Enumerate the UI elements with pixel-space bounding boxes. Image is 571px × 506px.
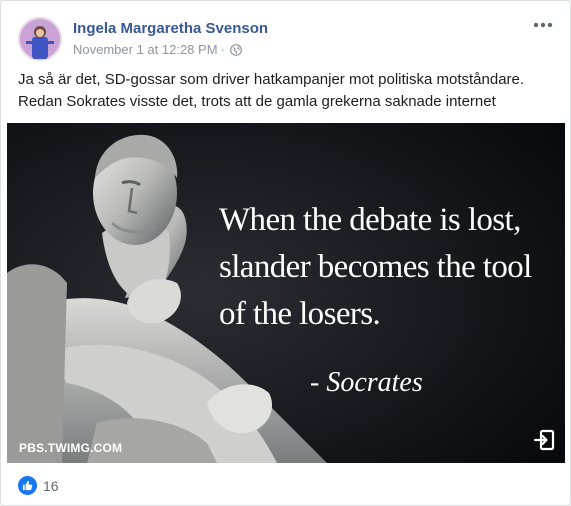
quote-line: of the losers. [219,296,381,332]
quote-attribution: - Socrates [310,367,423,398]
like-icon [18,476,37,495]
globe-icon[interactable] [229,43,242,56]
quote-line: When the debate is lost, [219,202,521,238]
author-avatar[interactable] [18,17,62,61]
reactions-summary[interactable]: 16 [18,476,59,495]
post-text-line: Redan Sokrates visste det, trots att de … [18,93,496,110]
more-options-button[interactable] [530,13,556,37]
reaction-count: 16 [43,477,59,494]
more-options-icon [533,22,553,28]
link-source-domain[interactable]: PBS.TWIMG.COM [19,441,122,455]
post-timestamp[interactable]: November 1 at 12:28 PM [73,42,218,57]
author-name[interactable]: Ingela Margaretha Svenson [73,20,268,37]
shared-image[interactable]: When the debate is lost, slander becomes… [7,123,565,463]
post-card: Ingela Margaretha Svenson November 1 at … [0,0,571,506]
post-text: Ja så är det, SD-gossar som driver hatka… [18,69,558,113]
post-meta: November 1 at 12:28 PM · [73,42,242,57]
post-text-line: Ja så är det, SD-gossar som driver hatka… [18,71,525,88]
meta-separator: · [220,42,225,57]
quote-line: slander becomes the tool [219,249,532,285]
external-link-icon[interactable] [533,429,555,451]
quote-text: When the debate is lost, slander becomes… [219,197,559,338]
